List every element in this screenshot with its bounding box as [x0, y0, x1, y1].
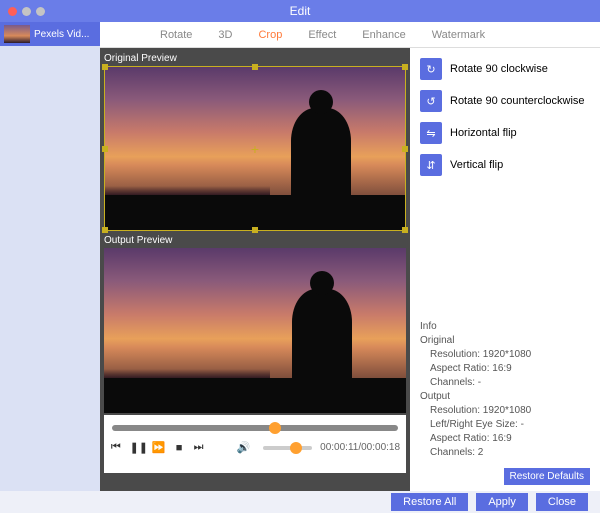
info-output-aspect: Aspect Ratio: 16:9 [420, 432, 590, 446]
restore-defaults-button[interactable]: Restore Defaults [504, 468, 590, 485]
tab-enhance[interactable]: Enhance [362, 29, 405, 41]
crop-handle[interactable] [102, 64, 108, 70]
info-original-resolution: Resolution: 1920*1080 [420, 348, 590, 362]
hflip-icon: ⇋ [420, 122, 442, 144]
titlebar: Edit [0, 0, 600, 22]
option-label: Vertical flip [450, 159, 503, 171]
prev-frame-icon[interactable]: ⏮ [110, 441, 122, 454]
sidebar-item-video[interactable]: Pexels Vid... [0, 22, 100, 46]
footer: Restore All Apply Close [0, 491, 600, 513]
tab-effect[interactable]: Effect [308, 29, 336, 41]
option-hflip[interactable]: ⇋ Horizontal flip [420, 122, 590, 144]
zoom-window-icon[interactable] [36, 7, 45, 16]
playback-time: 00:00:11/00:00:18 [320, 442, 400, 453]
option-label: Rotate 90 counterclockwise [450, 95, 585, 107]
output-preview-label: Output Preview [104, 233, 406, 248]
volume-icon[interactable]: 🔊 [237, 441, 251, 454]
crop-center-icon[interactable]: + [251, 141, 259, 157]
info-original-label: Original [420, 334, 590, 348]
tab-crop[interactable]: Crop [258, 29, 282, 41]
minimize-window-icon[interactable] [22, 7, 31, 16]
crop-handle[interactable] [102, 227, 108, 233]
scrub-bar[interactable] [112, 425, 398, 431]
next-frame-icon[interactable]: ⏭ [193, 441, 205, 454]
scrub-handle[interactable] [269, 422, 281, 434]
crop-handle[interactable] [252, 227, 258, 233]
info-output-eyesize: Left/Right Eye Size: - [420, 418, 590, 432]
crop-handle[interactable] [402, 227, 408, 233]
info-title: Info [420, 320, 590, 334]
rotate-ccw-icon: ↺ [420, 90, 442, 112]
info-output-channels: Channels: 2 [420, 446, 590, 460]
restore-all-button[interactable]: Restore All [391, 493, 468, 511]
thumbnail-icon [4, 25, 30, 43]
option-rotate-cw[interactable]: ↻ Rotate 90 clockwise [420, 58, 590, 80]
info-output-resolution: Resolution: 1920*1080 [420, 404, 590, 418]
crop-handle[interactable] [102, 146, 108, 152]
window-title: Edit [290, 4, 311, 18]
close-window-icon[interactable] [8, 7, 17, 16]
option-label: Rotate 90 clockwise [450, 63, 548, 75]
crop-handle[interactable] [252, 64, 258, 70]
preview-panel: Original Preview + Output Preview [100, 48, 410, 491]
window-controls [8, 7, 45, 16]
info-output-label: Output [420, 390, 590, 404]
options-panel: ↻ Rotate 90 clockwise ↺ Rotate 90 counte… [410, 48, 600, 491]
option-vflip[interactable]: ⇵ Vertical flip [420, 154, 590, 176]
pause-icon[interactable]: ❚❚ [130, 441, 144, 454]
close-button[interactable]: Close [536, 493, 588, 511]
playback-controls: ⏮ ❚❚ ⏩ ■ ⏭ 🔊 00:00:11/00:00:18 [104, 415, 406, 473]
volume-slider[interactable] [263, 446, 313, 450]
info-original-aspect: Aspect Ratio: 16:9 [420, 362, 590, 376]
option-label: Horizontal flip [450, 127, 517, 139]
info-block: Info Original Resolution: 1920*1080 Aspe… [420, 320, 590, 464]
tab-3d[interactable]: 3D [218, 29, 232, 41]
volume-handle[interactable] [290, 442, 302, 454]
sidebar: Pexels Vid... [0, 22, 100, 491]
apply-button[interactable]: Apply [476, 493, 528, 511]
option-rotate-ccw[interactable]: ↺ Rotate 90 counterclockwise [420, 90, 590, 112]
crop-handle[interactable] [402, 64, 408, 70]
tab-bar: Rotate 3D Crop Effect Enhance Watermark [100, 22, 600, 48]
crop-handle[interactable] [402, 146, 408, 152]
original-preview[interactable]: + [104, 66, 406, 231]
output-preview [104, 248, 406, 413]
sidebar-item-label: Pexels Vid... [34, 29, 89, 40]
vflip-icon: ⇵ [420, 154, 442, 176]
fast-forward-icon[interactable]: ⏩ [152, 441, 166, 454]
rotate-cw-icon: ↻ [420, 58, 442, 80]
tab-watermark[interactable]: Watermark [432, 29, 485, 41]
tab-rotate[interactable]: Rotate [160, 29, 192, 41]
stop-icon[interactable]: ■ [173, 442, 185, 454]
info-original-channels: Channels: - [420, 376, 590, 390]
